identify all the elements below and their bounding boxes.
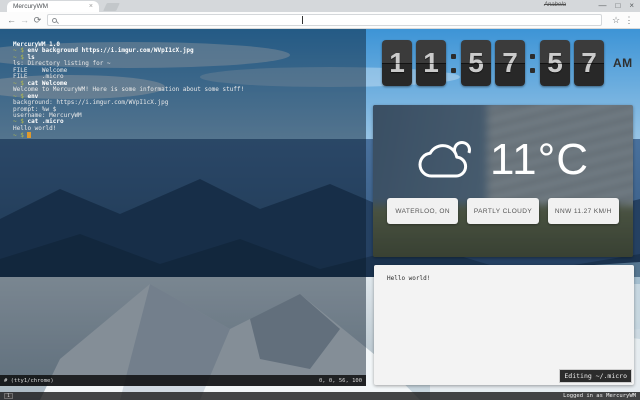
editor-window[interactable]: Hello world! Editing ~/.micro — [374, 265, 634, 385]
workspace-button[interactable]: 1 — [4, 393, 13, 399]
browser-tab[interactable]: MercuryWM × — [7, 1, 99, 12]
clock-digit: 7 — [574, 40, 604, 86]
terminal-cursor — [27, 132, 31, 138]
search-icon — [52, 18, 57, 23]
terminal-window[interactable]: MercuryWM 1.0 ~ $ env background https:/… — [0, 29, 366, 386]
address-input[interactable] — [57, 15, 596, 25]
clock-widget: 1 1 5 7 5 7 AM — [382, 39, 633, 87]
clock-meridiem: AM — [613, 56, 633, 70]
browser-menu-icon[interactable]: ⋮ — [623, 15, 635, 26]
forward-button[interactable]: → — [18, 16, 31, 25]
editor-content[interactable]: Hello world! — [374, 265, 634, 282]
weather-wind-button[interactable]: NNW 11.27 KM/H — [548, 198, 619, 224]
clock-digit: 1 — [416, 40, 446, 86]
mercurywm-desktop: MercuryWM 1.0 ~ $ env background https:/… — [0, 29, 640, 400]
text-caret — [302, 16, 303, 24]
new-tab-button[interactable] — [103, 3, 120, 11]
terminal-status-bar: # (tty1/chrome) 0, 0, 56, 100 — [0, 375, 366, 386]
profile-name[interactable]: Anabela — [544, 2, 566, 8]
bookmark-star-icon[interactable]: ☆ — [609, 15, 623, 26]
browser-tab-strip: MercuryWM × Anabela — □ × — [0, 0, 640, 12]
partly-cloudy-icon — [417, 137, 475, 183]
temperature-reading: 11°C — [490, 135, 589, 185]
clock-colon — [530, 54, 535, 73]
clock-digit: 5 — [540, 40, 570, 86]
window-maximize-button[interactable]: □ — [615, 2, 620, 10]
address-bar[interactable] — [47, 14, 602, 26]
tab-title: MercuryWM — [13, 3, 48, 10]
tab-close-icon[interactable]: × — [89, 3, 93, 10]
window-close-button[interactable]: × — [629, 2, 634, 10]
reload-button[interactable]: ⟳ — [31, 16, 44, 25]
clock-digit: 5 — [461, 40, 491, 86]
terminal-status-left: # (tty1/chrome) — [4, 378, 54, 384]
weather-condition-button[interactable]: PARTLY CLOUDY — [467, 198, 538, 224]
back-button[interactable]: ← — [5, 16, 18, 25]
weather-widget: 11°C WATERLOO, ON PARTLY CLOUDY NNW 11.2… — [373, 105, 633, 257]
clock-digit: 1 — [382, 40, 412, 86]
browser-toolbar: ← → ⟳ ☆ ⋮ — [0, 12, 640, 29]
terminal-prompt-line[interactable]: ~ $ — [13, 132, 366, 139]
clock-colon — [451, 54, 456, 73]
editor-status-badge: Editing ~/.micro — [559, 369, 632, 383]
window-minimize-button[interactable]: — — [598, 2, 606, 10]
taskbar: 1 Logged in as MercuryWM — [0, 392, 640, 400]
weather-location-button[interactable]: WATERLOO, ON — [387, 198, 458, 224]
terminal-window-geometry: 0, 0, 56, 100 — [319, 378, 362, 384]
clock-digit: 7 — [495, 40, 525, 86]
terminal-output: MercuryWM 1.0 ~ $ env background https:/… — [0, 29, 366, 140]
login-status: Logged in as MercuryWM — [563, 393, 636, 399]
